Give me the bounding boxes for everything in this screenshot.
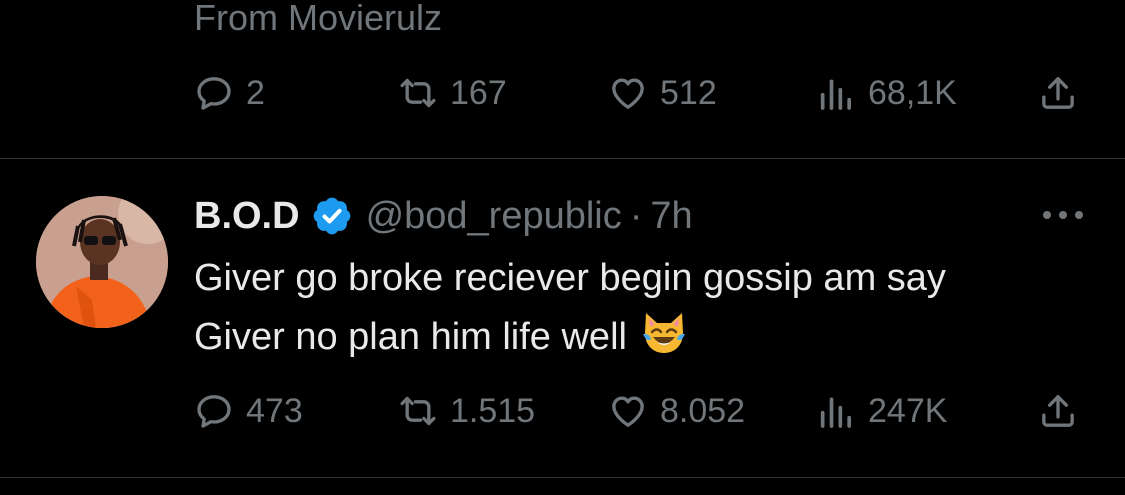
views-bar-chart-icon xyxy=(820,79,851,110)
share-button[interactable] xyxy=(1038,386,1078,436)
speech-bubble-icon xyxy=(197,395,231,428)
retweet-icon xyxy=(400,78,436,108)
tweet-timestamp[interactable]: 7h xyxy=(650,195,692,238)
timeline-feed: From Movierulz 2 167 512 68,1K B.O.D @bo… xyxy=(0,0,1125,495)
retweet-count: 1.515 xyxy=(450,392,536,430)
view-count: 247K xyxy=(868,392,948,430)
share-upload-icon xyxy=(1042,395,1074,427)
reply-count: 2 xyxy=(246,74,265,112)
avatar-image xyxy=(36,196,168,328)
views-bar-chart-icon xyxy=(820,397,851,428)
tweet-text-line: Giver go broke reciever begin gossip am … xyxy=(194,257,946,299)
reply-button[interactable]: 473 xyxy=(194,386,303,436)
retweet-count: 167 xyxy=(450,74,507,112)
tweet-text: Giver go broke reciever begin gossip am … xyxy=(194,249,1094,366)
view-count: 68,1K xyxy=(868,74,957,112)
avatar[interactable] xyxy=(36,196,168,328)
reply-count: 473 xyxy=(246,392,303,430)
like-count: 8.052 xyxy=(660,392,746,430)
verified-badge-icon[interactable] xyxy=(312,196,352,236)
reply-button[interactable]: 2 xyxy=(194,68,265,118)
cat-face-with-tears-of-joy-icon xyxy=(639,307,689,357)
views-button[interactable]: 247K xyxy=(816,386,947,436)
retweet-button[interactable]: 167 xyxy=(398,68,507,118)
heart-icon xyxy=(612,396,644,427)
more-dots-icon xyxy=(1043,211,1083,219)
tweet-actions: 473 1.515 8.052 247K xyxy=(194,386,1094,436)
tweet[interactable]: B.O.D @bod_republic · 7h Giver go broke … xyxy=(0,159,1125,478)
like-count: 512 xyxy=(660,74,717,112)
tweet-actions: 2 167 512 68,1K xyxy=(194,68,1094,118)
author-handle[interactable]: @bod_republic xyxy=(366,195,622,238)
heart-icon xyxy=(612,78,644,109)
author-display-name[interactable]: B.O.D xyxy=(194,195,300,238)
tweet-header: B.O.D @bod_republic · 7h xyxy=(194,189,693,243)
separator-dot: · xyxy=(629,194,643,237)
share-upload-icon xyxy=(1042,77,1074,109)
tweet-text: From Movierulz xyxy=(194,0,443,38)
tweet-text-line-with-emoji: Giver no plan him life well xyxy=(194,307,1094,366)
tweet-text-line: Giver no plan him life well xyxy=(194,316,627,358)
share-button[interactable] xyxy=(1038,68,1078,118)
retweet-button[interactable]: 1.515 xyxy=(398,386,535,436)
retweet-icon xyxy=(400,396,436,426)
views-button[interactable]: 68,1K xyxy=(816,68,957,118)
more-options-button[interactable] xyxy=(1040,203,1086,227)
speech-bubble-icon xyxy=(197,77,231,110)
like-button[interactable]: 512 xyxy=(608,68,717,118)
like-button[interactable]: 8.052 xyxy=(608,386,745,436)
tweet[interactable]: From Movierulz 2 167 512 68,1K xyxy=(0,0,1125,159)
